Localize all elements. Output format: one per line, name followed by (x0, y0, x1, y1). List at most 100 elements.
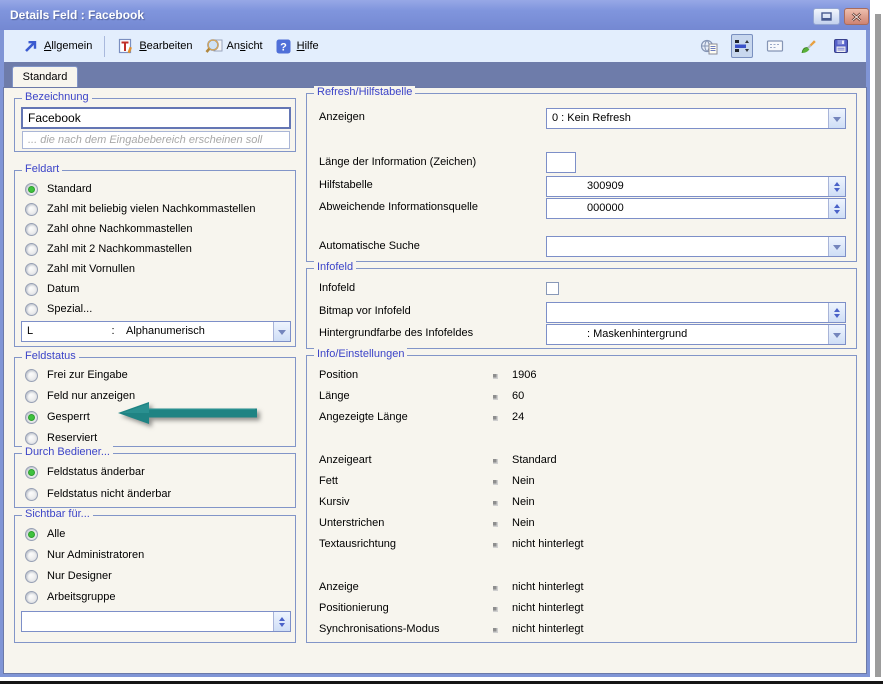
feldstatus-option-reserviert[interactable]: Reserviert (25, 429, 97, 447)
quelle-spinner-input[interactable]: 000000 (546, 198, 846, 219)
dropdown-button[interactable] (828, 325, 845, 344)
bezeichnung-input[interactable] (21, 107, 291, 129)
feldart-option-2-nachkomma[interactable]: Zahl mit 2 Nachkommastellen (25, 240, 192, 258)
dropdown-button[interactable] (828, 237, 845, 256)
menu-ansicht[interactable]: Ansicht (199, 35, 269, 58)
bezeichnung-hint-input[interactable] (22, 131, 290, 149)
radio-icon[interactable] (25, 243, 38, 256)
radio-icon[interactable] (25, 432, 38, 445)
menu-bar: Allgemein Bearbeiten (4, 30, 866, 62)
radio-icon[interactable] (25, 390, 38, 403)
radio-icon[interactable] (25, 283, 38, 296)
sichtbar-option-administratoren[interactable]: Nur Administratoren (25, 546, 144, 564)
radio-icon[interactable] (25, 183, 38, 196)
spin-up-icon (834, 308, 840, 312)
spinner-buttons[interactable] (828, 177, 845, 196)
sichtbar-option-arbeitsgruppe[interactable]: Arbeitsgruppe (25, 588, 116, 606)
laenge-info-label: Länge der Information (Zeichen) (319, 156, 476, 168)
bitmap-label: Bitmap vor Infofeld (319, 305, 411, 317)
form-icon[interactable] (764, 34, 786, 58)
sichtbar-option-alle[interactable]: Alle (25, 525, 65, 543)
suche-combobox[interactable] (546, 236, 846, 257)
group-infofeld: Infofeld Infofeld Bitmap vor Infofeld Hi… (306, 268, 857, 349)
dropdown-button[interactable] (828, 109, 845, 128)
ne-arrow-icon (22, 38, 39, 55)
radio-icon[interactable] (25, 263, 38, 276)
window-drop-shadow (0, 681, 883, 684)
radio-icon[interactable] (25, 549, 38, 562)
bullet-square-icon (493, 522, 498, 527)
hilfstabelle-spinner-input[interactable]: 300909 (546, 176, 846, 197)
tab-standard[interactable]: Standard (12, 66, 78, 88)
spinner-buttons[interactable] (273, 612, 290, 631)
menu-hilfe[interactable]: ? Hilfe (269, 35, 325, 58)
radio-icon[interactable] (25, 570, 38, 583)
feldart-option-datum[interactable]: Datum (25, 280, 79, 298)
infofeld-checkbox-label: Infofeld (319, 282, 355, 294)
radio-icon[interactable] (25, 203, 38, 216)
info-row-position: Position1906 (307, 366, 856, 387)
radio-icon[interactable] (25, 369, 38, 382)
infofeld-checkbox[interactable] (546, 282, 559, 295)
info-row-anzeige: Anzeigenicht hinterlegt (307, 578, 856, 599)
group-title: Sichtbar für... (22, 508, 93, 520)
bullet-square-icon (493, 459, 498, 464)
feldart-option-vornullen[interactable]: Zahl mit Vornullen (25, 260, 135, 278)
radio-icon[interactable] (25, 591, 38, 604)
save-icon[interactable] (830, 34, 852, 58)
dialog-content: Bezeichnung Feldart Standard Zahl mit be… (4, 88, 866, 673)
spinner-buttons[interactable] (828, 199, 845, 218)
radio-icon[interactable] (25, 411, 38, 424)
laenge-info-input[interactable] (546, 152, 576, 173)
feldart-type-combobox[interactable]: L : Alphanumerisch (21, 321, 291, 342)
bitmap-spinner-input[interactable] (546, 302, 846, 323)
anzeigen-combobox[interactable]: 0 : Kein Refresh (546, 108, 846, 129)
feldart-option-ohne-nachkomma[interactable]: Zahl ohne Nachkommastellen (25, 220, 193, 238)
radio-icon[interactable] (25, 528, 38, 541)
arbeitsgruppe-spinner-input[interactable] (21, 611, 291, 632)
close-icon (851, 12, 862, 22)
sichtbar-option-designer[interactable]: Nur Designer (25, 567, 112, 585)
toolbar-right (698, 34, 852, 58)
spinner-buttons[interactable] (828, 303, 845, 322)
spin-down-icon (279, 623, 285, 627)
group-info-einstellungen: Info/Einstellungen Position1906 Länge60 … (306, 355, 857, 643)
bediener-option-aenderbar[interactable]: Feldstatus änderbar (25, 463, 145, 481)
web-info-icon[interactable] (698, 34, 720, 58)
dropdown-button[interactable] (273, 322, 290, 341)
feldart-option-spezial[interactable]: Spezial... (25, 300, 92, 318)
close-button[interactable] (844, 8, 869, 25)
spin-down-icon (834, 188, 840, 192)
radio-icon[interactable] (25, 488, 38, 501)
info-row-positionierung: Positionierungnicht hinterlegt (307, 599, 856, 620)
menu-bearbeiten[interactable]: Bearbeiten (111, 35, 198, 58)
farbe-combobox[interactable]: : Maskenhintergrund (546, 324, 846, 345)
bullet-square-icon (493, 416, 498, 421)
minimize-button[interactable] (813, 8, 840, 25)
spin-up-icon (279, 617, 285, 621)
bullet-square-icon (493, 543, 498, 548)
paintbrush-icon[interactable] (797, 34, 819, 58)
radio-icon[interactable] (25, 223, 38, 236)
group-title: Feldstatus (22, 350, 79, 362)
combo-code: L (22, 322, 100, 341)
radio-icon[interactable] (25, 303, 38, 316)
feldart-option-standard[interactable]: Standard (25, 180, 92, 198)
spin-up-icon (834, 182, 840, 186)
group-feldstatus: Feldstatus Frei zur Eingabe Feld nur anz… (14, 357, 296, 447)
bullet-square-icon (493, 501, 498, 506)
feldstatus-option-frei[interactable]: Frei zur Eingabe (25, 366, 128, 384)
group-sichtbar: Sichtbar für... Alle Nur Administratoren… (14, 515, 296, 643)
menu-allgemein[interactable]: Allgemein (16, 35, 98, 58)
bullet-square-icon (493, 607, 498, 612)
group-feldart: Feldart Standard Zahl mit beliebig viele… (14, 170, 296, 347)
feldart-option-nachkomma-beliebig[interactable]: Zahl mit beliebig vielen Nachkommastelle… (25, 200, 255, 218)
group-title: Infofeld (314, 261, 356, 273)
feldstatus-option-nur-anzeigen[interactable]: Feld nur anzeigen (25, 387, 135, 405)
feldstatus-option-gesperrt[interactable]: Gesperrt (25, 408, 90, 426)
menu-separator (104, 36, 105, 57)
field-list-icon[interactable] (731, 34, 753, 58)
bediener-option-nicht-aenderbar[interactable]: Feldstatus nicht änderbar (25, 485, 171, 503)
radio-icon[interactable] (25, 466, 38, 479)
svg-text:?: ? (280, 41, 287, 53)
